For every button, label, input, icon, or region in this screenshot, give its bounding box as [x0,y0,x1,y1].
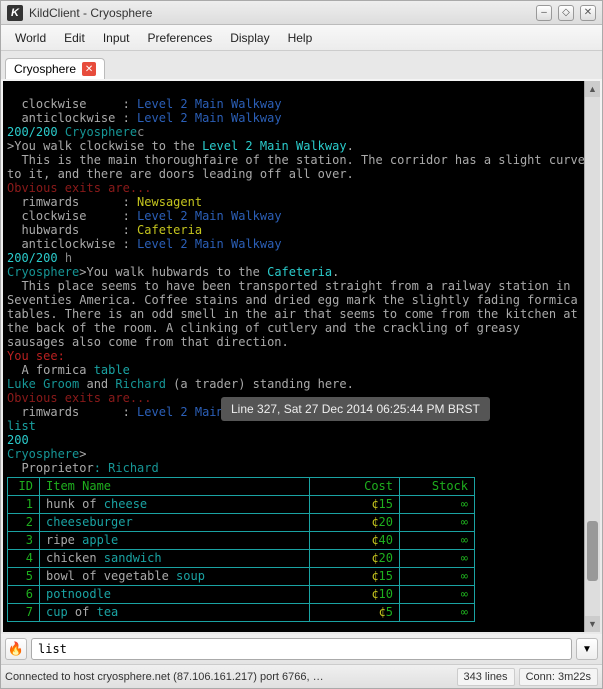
scroll-down-icon[interactable]: ▼ [585,616,600,632]
history-dropdown-button[interactable]: ▼ [576,638,598,660]
scroll-thumb[interactable] [587,521,598,581]
input-row: 🔥 ▼ [1,634,602,664]
scrollbar[interactable]: ▲ ▼ [584,81,600,632]
menu-help[interactable]: Help [280,28,321,48]
col-name: Item Name [40,478,310,496]
status-connection: Connected to host cryosphere.net (87.106… [5,671,453,683]
window-title: KildClient - Cryosphere [29,6,536,20]
table-row: 2cheeseburger¢20∞ [8,514,475,532]
terminal-output[interactable]: clockwise : Level 2 Main Walkway anticlo… [3,81,584,632]
table-row: 7cup of tea¢5∞ [8,604,475,622]
col-stock: Stock [400,478,475,496]
col-cost: Cost [310,478,400,496]
close-button[interactable]: ✕ [580,5,596,21]
menu-edit[interactable]: Edit [56,28,93,48]
tab-label: Cryosphere [14,62,76,76]
status-conn-time: Conn: 3m22s [519,668,598,686]
menu-world[interactable]: World [7,28,54,48]
minimize-button[interactable]: – [536,5,552,21]
table-row: 3ripe apple¢40∞ [8,532,475,550]
menubar: World Edit Input Preferences Display Hel… [1,25,602,51]
app-icon: K [7,5,23,21]
status-lines: 343 lines [457,668,515,686]
maximize-button[interactable]: ◇ [558,5,574,21]
tabbar: Cryosphere ✕ [1,51,602,79]
titlebar: K KildClient - Cryosphere – ◇ ✕ [1,1,602,25]
col-id: ID [8,478,40,496]
menu-input[interactable]: Input [95,28,138,48]
table-row: 5bowl of vegetable soup¢15∞ [8,568,475,586]
scroll-up-icon[interactable]: ▲ [585,81,600,97]
statusbar: Connected to host cryosphere.net (87.106… [1,664,602,688]
command-input[interactable] [31,638,572,660]
menu-display[interactable]: Display [222,28,277,48]
tab-cryosphere[interactable]: Cryosphere ✕ [5,58,105,79]
table-row: 4chicken sandwich¢20∞ [8,550,475,568]
menu-preferences[interactable]: Preferences [140,28,221,48]
shop-table: ID Item Name Cost Stock 1hunk of cheese¢… [7,477,475,622]
trigger-button[interactable]: 🔥 [5,638,27,660]
tooltip: Line 327, Sat 27 Dec 2014 06:25:44 PM BR… [221,397,490,421]
table-row: 1hunk of cheese¢15∞ [8,496,475,514]
table-row: 6potnoodle¢10∞ [8,586,475,604]
tab-close-icon[interactable]: ✕ [82,62,96,76]
